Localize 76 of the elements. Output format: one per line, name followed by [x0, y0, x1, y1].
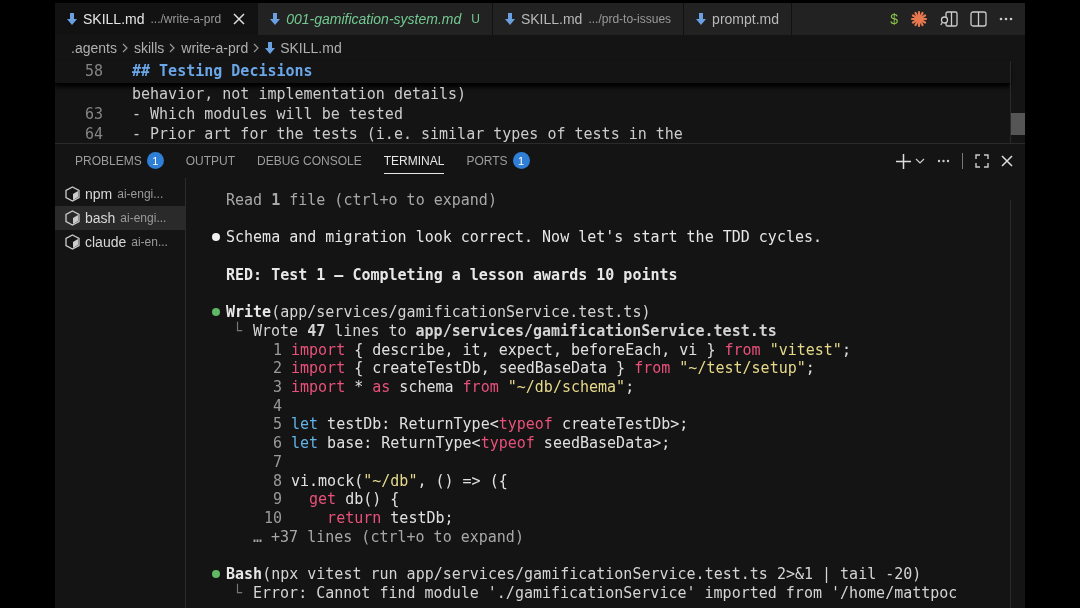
line-number: 3 [271, 378, 282, 397]
status-text: Read 1 file (ctrl+o to expand) [226, 191, 497, 210]
tool-call-text: Write(app/services/gamificationService.test.ts) [226, 303, 651, 322]
status-dot-icon [212, 308, 220, 317]
message-text: Schema and migration look correct. Now let's start the TDD cycles. [226, 228, 823, 248]
terminal-icon [65, 186, 80, 202]
code-line: import { describe, it, expect, beforeEach, vi } from "vitest"; [291, 340, 851, 360]
count-badge: 1 [512, 152, 530, 169]
line-number: 58 [83, 61, 104, 81]
heading-text: ## Testing Decisions [132, 61, 313, 81]
breadcrumb-item[interactable]: .agents [71, 40, 117, 56]
line-number: 64 [83, 124, 104, 144]
terminal-icon [65, 210, 80, 226]
code-line: import * as schema from "~/db/schema"; [291, 378, 635, 397]
markdown-icon [67, 12, 77, 26]
line-number: 10 [264, 508, 282, 528]
breadcrumb-item[interactable]: write-a-prd [181, 40, 249, 56]
panel-tab[interactable]: OUTPUT [185, 148, 236, 174]
markdown-icon [265, 41, 276, 55]
panel-tab[interactable]: PROBLEMS 1 [75, 148, 164, 174]
tool-call-text: Bash(npx vitest run app/services/gamificationService.test.ts 2>&1 | tail -20) [226, 565, 922, 583]
corner-icon: └ [233, 321, 253, 341]
markdown-icon [270, 12, 281, 26]
breadcrumb-item[interactable]: skills [133, 40, 165, 56]
collapsed-lines-text: … +37 lines (ctrl+o to expand) [253, 527, 524, 547]
preview-icon[interactable] [940, 11, 958, 27]
code-line: let base: ReturnType<typeof seedBaseData>; [291, 434, 671, 453]
terminal-icon [65, 234, 80, 250]
plus-icon[interactable] [896, 153, 911, 169]
panel-tab[interactable]: DEBUG CONSOLE [257, 148, 362, 174]
code-line: import { createTestDb, seedBaseData } from "~/test/setup"; [291, 359, 815, 378]
count-badge: 1 [146, 152, 164, 169]
result-text: Wrote 47 lines to app/services/gamificationService.test.ts [253, 321, 777, 341]
terminal-item[interactable]: bash ai-engi... [55, 206, 185, 230]
close-icon[interactable] [1001, 155, 1013, 167]
tab-label[interactable]: $ [890, 11, 898, 27]
line-number: 4 [271, 396, 282, 416]
chevron-icon [121, 43, 129, 53]
heading-text: RED: Test 1 — Completing a lesson awards 10 points [226, 265, 678, 285]
code-line: get db() { [308, 490, 400, 509]
code-line: return testDb; [326, 508, 454, 528]
close-icon[interactable] [233, 13, 246, 25]
chevron-down-icon[interactable] [915, 158, 925, 164]
code-line: behavior, not implementation details) [132, 84, 467, 104]
markdown-icon [504, 12, 515, 26]
result-text: Error: Cannot find module './gamificationService' imported from '/home/mattpoc [253, 583, 958, 603]
markdown-icon [696, 12, 707, 26]
scrollbar-thumb[interactable] [1011, 113, 1025, 135]
corner-icon: └ [233, 583, 253, 603]
line-number: 8 [271, 471, 282, 491]
code-line: - Prior art for the tests (i.e. similar types of tests in the [132, 124, 683, 144]
line-number: 2 [271, 359, 282, 378]
more-icon[interactable] [937, 159, 950, 163]
chevron-icon [253, 43, 261, 53]
code-line: vi.mock("~/db", () => ({ [291, 471, 508, 491]
line-number: 6 [271, 434, 282, 453]
status-dot-icon [212, 570, 220, 578]
editor-tab[interactable]: SKILL.md .../write-a-prd [55, 3, 259, 35]
panel-tab[interactable]: PORTS 1 [466, 148, 530, 174]
bullet-icon [212, 233, 220, 242]
terminal-item[interactable]: claude ai-en... [55, 230, 185, 254]
asterisk-icon[interactable] [910, 10, 928, 28]
maximize-icon[interactable] [975, 154, 989, 168]
breadcrumb-item[interactable]: SKILL.md [280, 40, 342, 56]
code-line: let testDb: ReturnType<typeof createTestDb>; [291, 415, 689, 435]
line-number: 63 [83, 104, 104, 124]
line-number: 1 [271, 340, 282, 360]
more-icon[interactable] [999, 17, 1013, 21]
chevron-icon [169, 43, 177, 53]
line-number: 5 [271, 415, 282, 435]
line-number: 9 [271, 490, 282, 509]
code-line: - Which modules will be tested [132, 104, 403, 124]
split-editor-icon[interactable] [970, 11, 987, 27]
panel-tab[interactable]: TERMINAL [383, 148, 445, 174]
terminal-item[interactable]: npm ai-engi... [55, 182, 185, 206]
line-number: 7 [271, 452, 282, 472]
